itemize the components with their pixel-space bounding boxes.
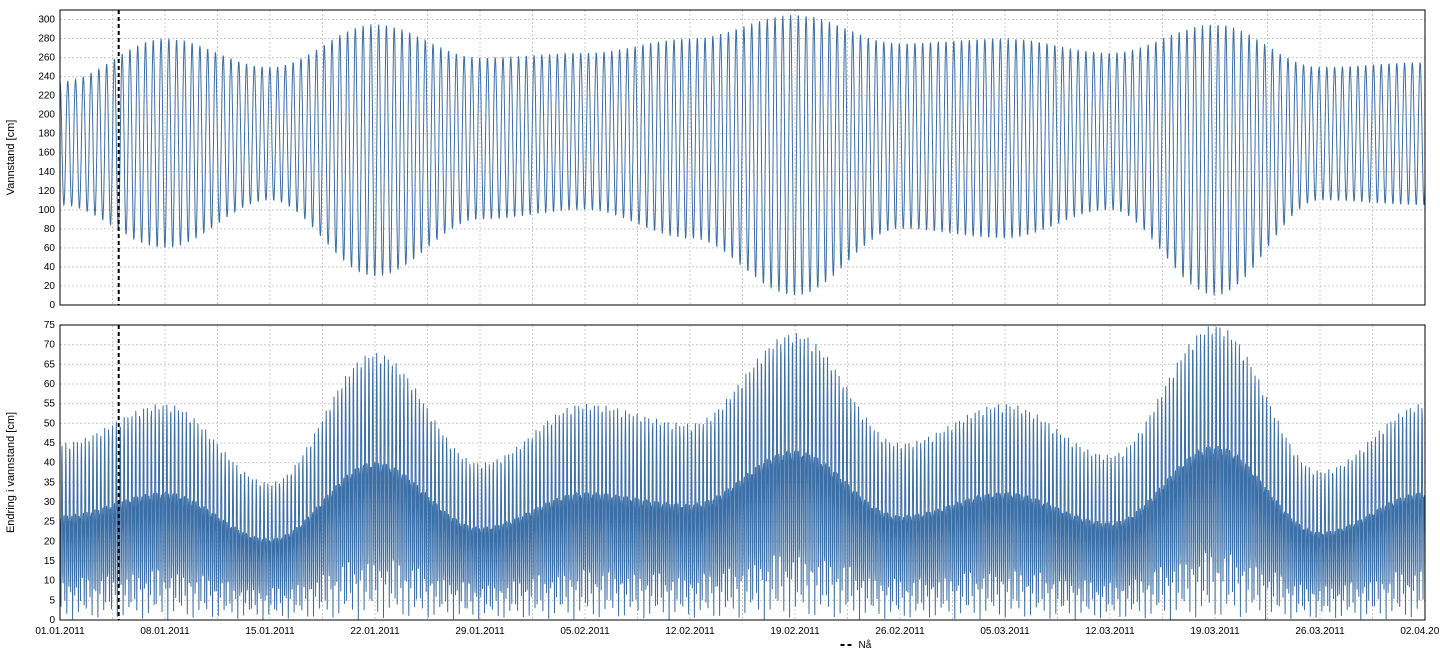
x-tick-label: 15.01.2011 xyxy=(245,626,295,637)
y-tick-label: 220 xyxy=(38,91,55,102)
y-tick-label: 40 xyxy=(44,458,56,469)
y-tick-label: 45 xyxy=(44,438,56,449)
y-tick-label: 65 xyxy=(44,359,56,370)
y-tick-label: 50 xyxy=(44,418,56,429)
x-tick-label: 05.03.2011 xyxy=(980,626,1030,637)
y-tick-label: 180 xyxy=(38,129,55,140)
y-tick-label: 55 xyxy=(44,399,56,410)
legend: Nå xyxy=(841,639,872,651)
x-tick-label: 22.01.2011 xyxy=(350,626,400,637)
chart-svg: 0204060801001201401601802002202402602803… xyxy=(0,0,1440,655)
y-axis-title: Vannstand [cm] xyxy=(5,120,17,196)
y-tick-label: 75 xyxy=(44,320,56,331)
y-tick-label: 260 xyxy=(38,53,55,64)
y-tick-label: 30 xyxy=(44,497,56,508)
y-tick-label: 35 xyxy=(44,477,56,488)
y-tick-label: 20 xyxy=(44,281,56,292)
x-tick-label: 12.02.2011 xyxy=(665,626,715,637)
y-tick-label: 280 xyxy=(38,34,55,45)
y-tick-label: 80 xyxy=(44,224,56,235)
chart-container: 0204060801001201401601802002202402602803… xyxy=(0,0,1440,655)
y-tick-label: 120 xyxy=(38,186,55,197)
y-tick-label: 60 xyxy=(44,379,56,390)
y-tick-label: 300 xyxy=(38,15,55,26)
x-tick-label: 19.03.2011 xyxy=(1190,626,1240,637)
y-tick-label: 70 xyxy=(44,340,56,351)
y-tick-label: 10 xyxy=(44,576,56,587)
x-tick-label: 26.03.2011 xyxy=(1295,626,1345,637)
y-tick-label: 100 xyxy=(38,205,55,216)
y-tick-label: 160 xyxy=(38,148,55,159)
y-tick-label: 40 xyxy=(44,262,56,273)
x-tick-label: 12.03.2011 xyxy=(1085,626,1135,637)
x-tick-label: 29.01.2011 xyxy=(455,626,505,637)
y-tick-label: 240 xyxy=(38,72,55,83)
legend-now-label: Nå xyxy=(859,639,872,651)
x-tick-label: 02.04.2011 xyxy=(1400,626,1440,637)
y-tick-label: 60 xyxy=(44,243,56,254)
x-tick-label: 08.01.2011 xyxy=(140,626,190,637)
x-tick-label: 26.02.2011 xyxy=(875,626,925,637)
y-tick-label: 25 xyxy=(44,517,56,528)
x-tick-label: 01.01.2011 xyxy=(35,626,85,637)
y-tick-label: 140 xyxy=(38,167,55,178)
y-tick-label: 15 xyxy=(44,556,56,567)
y-tick-label: 0 xyxy=(49,300,55,311)
y-tick-label: 0 xyxy=(49,615,55,626)
y-axis-title: Endring i vannstand [cm] xyxy=(5,412,17,533)
x-tick-label: 05.02.2011 xyxy=(560,626,610,637)
y-tick-label: 20 xyxy=(44,536,56,547)
x-tick-label: 19.02.2011 xyxy=(770,626,820,637)
y-tick-label: 5 xyxy=(49,595,55,606)
y-tick-label: 200 xyxy=(38,110,55,121)
